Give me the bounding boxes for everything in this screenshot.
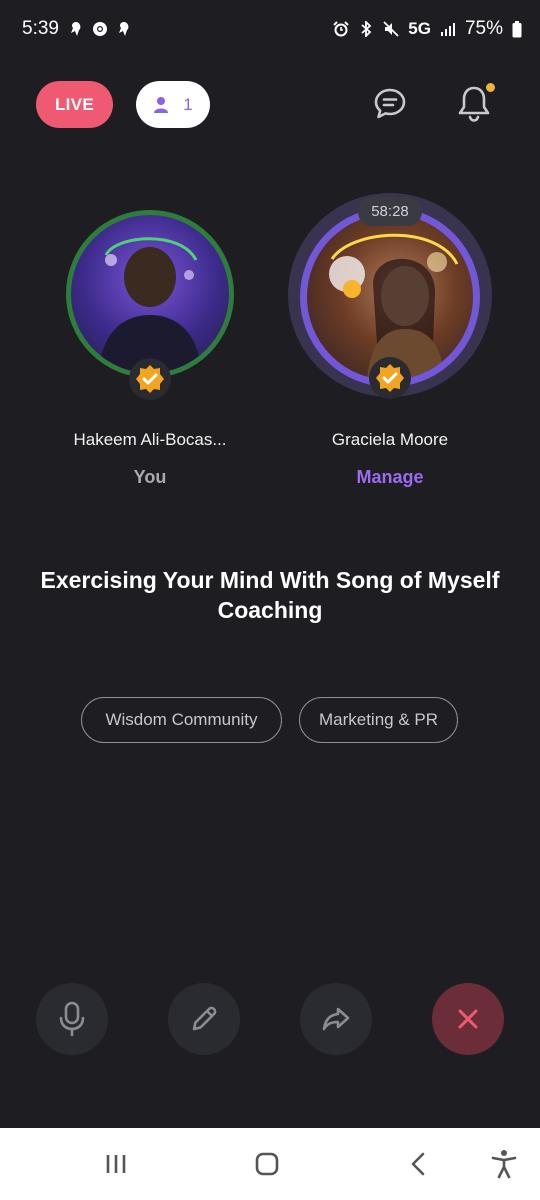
tag-wisdom-community[interactable]: Wisdom Community	[81, 697, 282, 743]
verified-badge-speaker-2	[369, 357, 411, 399]
status-left-icons	[68, 21, 132, 37]
signal-icon	[440, 23, 455, 36]
share-icon	[322, 1007, 350, 1031]
leave-room-button[interactable]	[432, 983, 504, 1055]
status-bar: 5:39 5G 75%	[0, 0, 540, 62]
battery-icon	[512, 20, 522, 37]
accessibility-button[interactable]	[486, 1148, 522, 1180]
recents-icon	[106, 1155, 126, 1173]
bluetooth-icon	[361, 21, 372, 37]
live-badge: LIVE	[36, 81, 113, 128]
navigation-bar	[0, 1128, 540, 1200]
verified-icon	[376, 364, 404, 392]
home-icon	[255, 1152, 279, 1176]
mute-icon	[383, 21, 399, 37]
recents-button[interactable]	[98, 1148, 134, 1180]
status-time: 5:39	[22, 18, 59, 39]
status-right: 5G 75%	[333, 18, 522, 40]
battery-percent: 75%	[464, 18, 503, 39]
home-button[interactable]	[249, 1148, 285, 1180]
chrome-icon	[93, 22, 107, 36]
accessibility-icon	[491, 1150, 517, 1179]
microphone-button[interactable]	[36, 983, 108, 1055]
network-type: 5G	[408, 19, 431, 38]
notification-dot	[486, 83, 495, 92]
room-timer: 58:28	[358, 197, 422, 226]
speaker-1-you-label: You	[133, 467, 167, 487]
room-title: Exercising Your Mind With Song of Myself…	[40, 567, 500, 623]
listeners-button[interactable]: 1	[136, 81, 210, 128]
back-icon	[411, 1152, 425, 1176]
verified-badge-speaker-1	[129, 358, 171, 400]
notification-icon	[71, 22, 81, 36]
avatar-photo	[329, 233, 459, 380]
avatar-speaker-1[interactable]	[66, 210, 234, 378]
verified-icon	[136, 365, 164, 393]
alarm-icon	[333, 21, 349, 37]
manage-button[interactable]: Manage	[280, 467, 500, 488]
speaker-2-name: Graciela Moore	[331, 430, 449, 449]
speaker-1-name: Hakeem Ali-Bocas...	[73, 430, 227, 449]
pencil-icon	[192, 1006, 217, 1031]
microphone-icon	[59, 1001, 85, 1037]
edit-button[interactable]	[168, 983, 240, 1055]
back-button[interactable]	[401, 1148, 437, 1180]
chat-icon[interactable]	[372, 86, 408, 122]
tag-marketing-pr[interactable]: Marketing & PR	[299, 697, 458, 743]
listener-count: 1	[183, 94, 193, 114]
person-icon	[154, 96, 169, 113]
avatar-photo	[99, 237, 201, 373]
close-icon	[458, 1009, 478, 1029]
notification-icon	[119, 22, 129, 36]
share-button[interactable]	[300, 983, 372, 1055]
